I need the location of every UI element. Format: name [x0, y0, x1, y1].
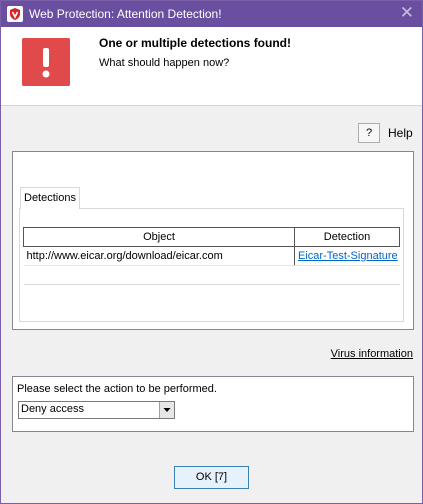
- exclamation-icon: [22, 38, 70, 86]
- dialog-window: Web Protection: Attention Detection! ✕ O…: [0, 0, 423, 504]
- shield-icon: [7, 6, 23, 22]
- action-select[interactable]: Deny access: [18, 401, 175, 419]
- action-select-value: Deny access: [21, 403, 84, 415]
- title-bar[interactable]: Web Protection: Attention Detection! ✕: [1, 1, 422, 27]
- virus-information-link[interactable]: Virus information: [331, 348, 413, 360]
- column-header-object[interactable]: Object: [23, 227, 295, 247]
- table-row-empty: [23, 265, 400, 285]
- ok-button[interactable]: OK [7]: [174, 466, 249, 489]
- action-panel: Please select the action to be performed…: [12, 376, 414, 432]
- action-prompt: Please select the action to be performed…: [17, 383, 217, 395]
- alert-header: One or multiple detections found! What s…: [1, 27, 422, 106]
- detection-link[interactable]: Eicar-Test-Signature: [294, 246, 400, 266]
- detections-table: Object Detection http://www.eicar.org/do…: [23, 227, 400, 285]
- object-cell: http://www.eicar.org/download/eicar.com: [23, 246, 295, 266]
- column-header-detection[interactable]: Detection: [294, 227, 400, 247]
- help-link[interactable]: Help: [388, 126, 413, 140]
- window-title: Web Protection: Attention Detection!: [29, 7, 222, 21]
- alert-subheading: What should happen now?: [99, 57, 230, 69]
- chevron-down-icon[interactable]: [159, 402, 174, 418]
- alert-heading: One or multiple detections found!: [99, 36, 291, 50]
- close-icon[interactable]: ✕: [400, 3, 414, 23]
- tab-detections[interactable]: Detections: [20, 187, 80, 209]
- help-icon[interactable]: ?: [358, 123, 380, 143]
- table-row[interactable]: http://www.eicar.org/download/eicar.com …: [23, 246, 400, 266]
